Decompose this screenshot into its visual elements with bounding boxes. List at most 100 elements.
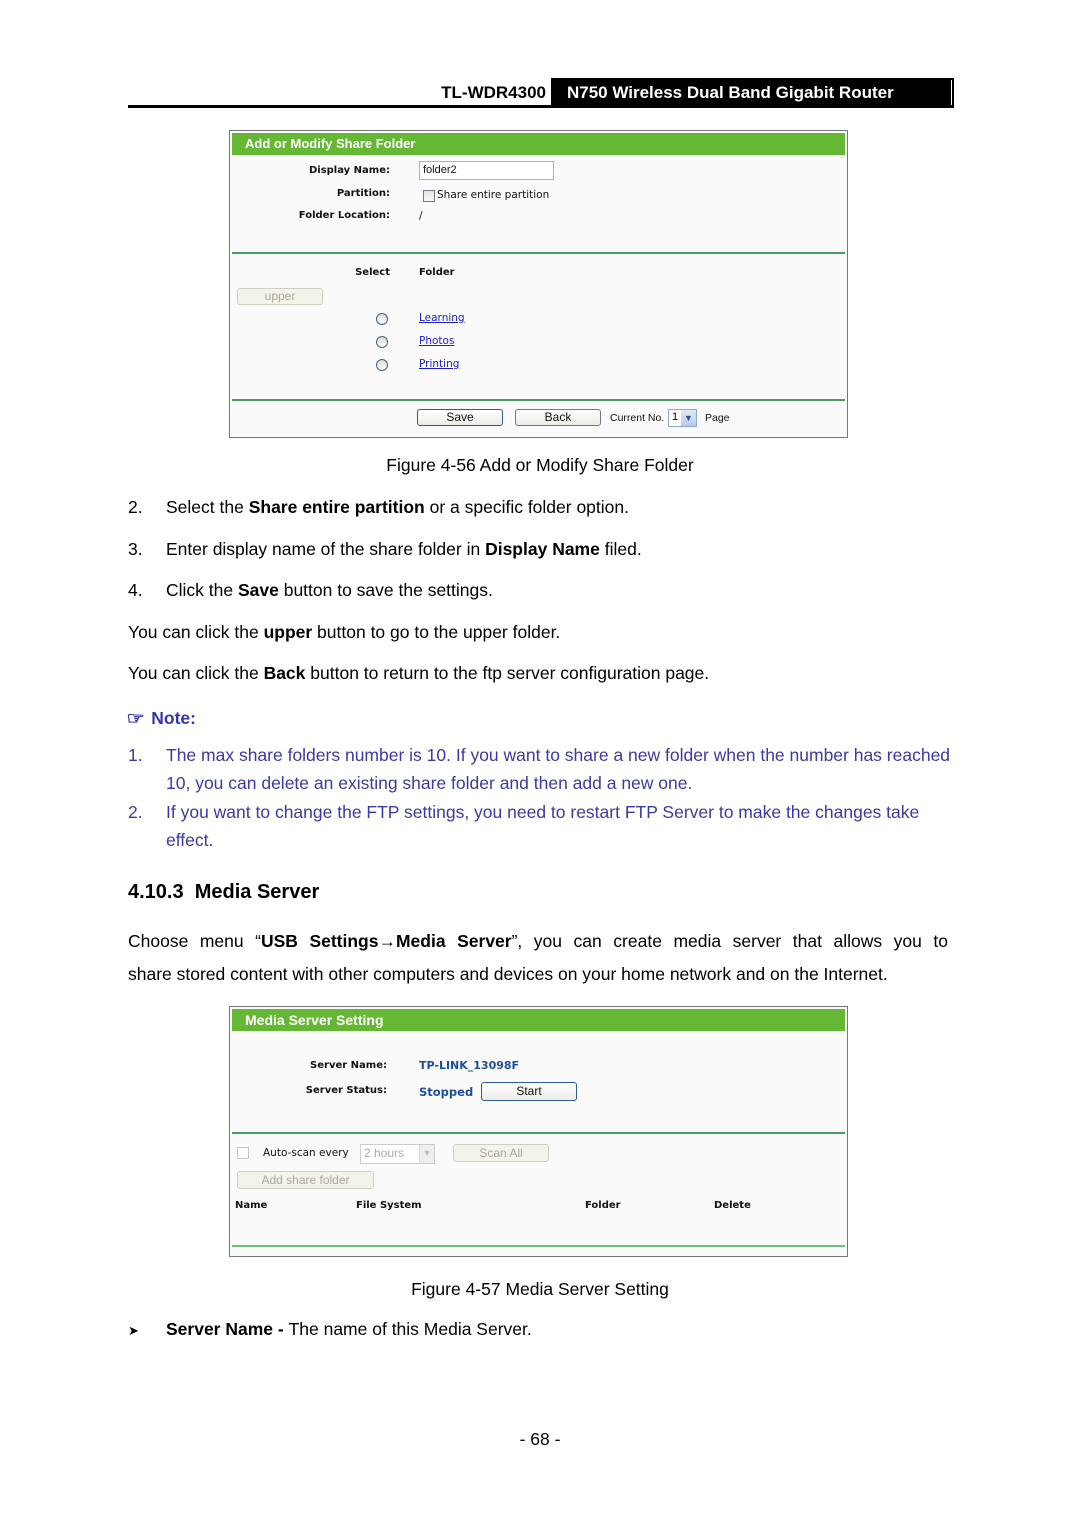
paragraph-back: You can click the Back button to return … [128, 663, 709, 684]
folder-radio-photos[interactable] [376, 336, 388, 348]
display-name-label: Display Name: [308, 165, 390, 176]
auto-scan-interval-select[interactable]: 2 hours ▼ [360, 1144, 435, 1164]
bullet-text: The name of this Media Server. [288, 1319, 532, 1339]
step-4: 4. Click the Save button to save the sett… [128, 580, 493, 601]
step-number: 2. [128, 497, 143, 517]
bullet-arrow-icon: ➤ [128, 1323, 139, 1338]
product-name: N750 Wireless Dual Band Gigabit Router [551, 78, 954, 108]
menu-usb-settings: USB Settings [260, 931, 379, 951]
step-bold: Share entire partition [248, 497, 425, 517]
pointing-hand-icon: ☞ [126, 709, 145, 728]
chevron-down-icon: ▼ [681, 410, 696, 426]
section-heading: 4.10.3 Media Server [128, 881, 319, 904]
para-text: You can click the [128, 663, 264, 683]
display-name-value: folder2 [423, 164, 457, 176]
divider [232, 1132, 845, 1134]
step-number: 4. [128, 580, 143, 600]
model-name: TL-WDR4300 [441, 83, 546, 102]
para-text: button to return to the ftp server confi… [305, 663, 710, 683]
section-title: Media Server [194, 881, 320, 903]
partition-label: Partition: [336, 188, 390, 199]
auto-scan-checkbox[interactable] [237, 1147, 249, 1159]
note-title: Note: [151, 708, 196, 728]
panel-title: Media Server Setting [232, 1009, 845, 1031]
folder-link-photos[interactable]: Photos [419, 335, 454, 347]
back-button[interactable]: Back [515, 409, 601, 426]
step-bold: Display Name [485, 539, 600, 559]
step-3: 3. Enter display name of the share folder… [128, 539, 642, 560]
folder-link-learning[interactable]: Learning [419, 312, 465, 324]
step-text: Click the [166, 580, 238, 600]
upper-button[interactable]: upper [237, 288, 323, 305]
intro-text: ”, you can create media server that allo… [511, 931, 948, 951]
column-header-folder: Folder [585, 1200, 621, 1211]
para-text: button to go to the upper folder. [312, 622, 561, 642]
scan-all-button[interactable]: Scan All [453, 1144, 549, 1162]
column-header-delete: Delete [714, 1200, 751, 1211]
save-button[interactable]: Save [417, 409, 503, 426]
auto-scan-label: Auto-scan every [263, 1147, 349, 1159]
step-text: Enter display name of the share folder i… [166, 539, 486, 559]
folder-radio-learning[interactable] [376, 313, 388, 325]
arrow-right-icon: → [378, 931, 396, 951]
auto-scan-interval-value: 2 hours [364, 1146, 405, 1160]
server-name-value: TP-LINK_13098F [419, 1059, 520, 1072]
figure-57-caption: Figure 4-57 Media Server Setting [411, 1279, 669, 1299]
folder-location-label: Folder Location: [298, 210, 390, 221]
share-folder-panel: Add or Modify Share Folder Display Name:… [229, 130, 848, 438]
step-number: 3. [128, 539, 143, 559]
server-status-value: Stopped [419, 1085, 474, 1099]
note-text: The max share folders number is 10. If y… [166, 745, 951, 793]
header-rule [128, 105, 954, 108]
page-select[interactable]: 1 ▼ [668, 409, 697, 427]
note-heading: ☞ Note: [126, 708, 196, 729]
intro-line-1: Choose menu “USB Settings→Media Server”,… [128, 925, 948, 958]
share-entire-partition-checkbox[interactable] [423, 190, 435, 202]
section-number: 4.10.3 [128, 881, 184, 903]
current-no-label: Current No. [610, 412, 665, 424]
menu-media-server: Media Server [395, 931, 512, 951]
column-header-name: Name [235, 1200, 268, 1211]
paragraph-upper: You can click the upper button to go to … [128, 622, 560, 643]
page-number: - 68 - [519, 1429, 561, 1449]
folder-location-value: / [419, 210, 423, 222]
folder-link-printing[interactable]: Printing [419, 358, 459, 370]
bullet-bold: Server Name - [166, 1319, 289, 1339]
step-text: button to save the settings. [278, 580, 493, 600]
step-text: filed. [599, 539, 642, 559]
note-number: 1. [128, 745, 143, 765]
intro-line-2: share stored content with other computer… [128, 964, 888, 984]
step-text: or a specific folder option. [424, 497, 629, 517]
server-name-label: Server Name: [310, 1060, 387, 1071]
divider [232, 399, 845, 401]
note-number: 2. [128, 802, 143, 822]
note-item-2: 2. If you want to change the FTP setting… [128, 798, 954, 854]
para-bold: Back [263, 663, 306, 683]
media-server-panel: Media Server Setting Server Name: TP-LIN… [229, 1006, 848, 1257]
figure-56-caption: Figure 4-56 Add or Modify Share Folder [386, 455, 694, 475]
step-text: Select the [166, 497, 249, 517]
display-name-input[interactable]: folder2 [419, 161, 554, 180]
select-column-header: Select [355, 267, 390, 278]
share-entire-partition-label: Share entire partition [437, 189, 550, 201]
bullet-server-name: ➤ Server Name - The name of this Media Se… [128, 1319, 532, 1340]
step-2: 2. Select the Share entire partition or a… [128, 497, 629, 518]
chevron-down-icon: ▼ [419, 1145, 434, 1163]
section-intro: Choose menu “USB Settings→Media Server”,… [128, 925, 948, 991]
para-bold: upper [263, 622, 313, 642]
page-label: Page [705, 412, 730, 424]
divider [232, 1245, 845, 1247]
panel-title: Add or Modify Share Folder [232, 133, 845, 155]
divider [232, 252, 845, 254]
add-share-folder-button[interactable]: Add share folder [237, 1171, 374, 1189]
server-status-label: Server Status: [305, 1085, 387, 1096]
page-select-value: 1 [672, 411, 679, 423]
note-text: If you want to change the FTP settings, … [166, 802, 920, 850]
intro-text: Choose menu “ [128, 931, 261, 951]
start-button[interactable]: Start [481, 1082, 577, 1101]
step-bold: Save [237, 580, 279, 600]
folder-radio-printing[interactable] [376, 359, 388, 371]
para-text: You can click the [128, 622, 264, 642]
note-item-1: 1. The max share folders number is 10. I… [128, 741, 954, 797]
column-header-file-system: File System [356, 1200, 422, 1211]
